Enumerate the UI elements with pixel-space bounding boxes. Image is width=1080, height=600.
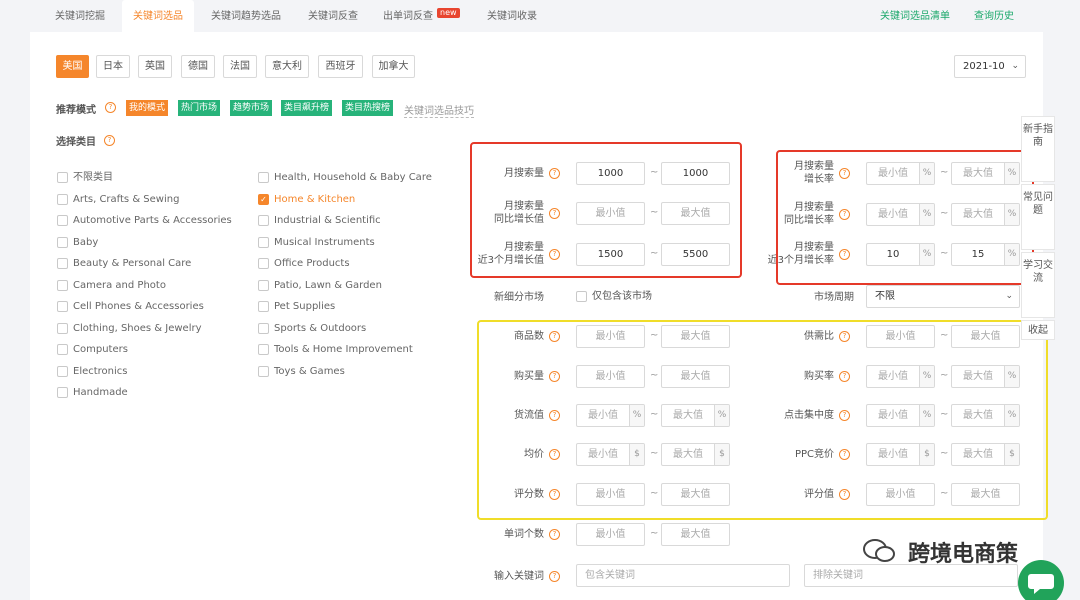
checkbox[interactable] — [258, 215, 269, 226]
checkbox[interactable] — [57, 280, 68, 291]
tag-my-mode[interactable]: 我的模式 — [126, 100, 169, 116]
range-separator: ~ — [650, 528, 659, 539]
tab-bar: 关键词挖掘 关键词选品 关键词趋势选品 关键词反查 出单词反查 new 关键词收… — [0, 0, 1080, 32]
date-select-value: 2021-10 — [963, 61, 1005, 72]
tab-keyword-mining[interactable]: 关键词挖掘 — [40, 0, 120, 32]
category-label-text: Office Products — [274, 258, 350, 269]
chevron-down-icon: ⌄ — [1005, 291, 1013, 301]
filter-label: 新细分市场 — [494, 292, 544, 303]
checkbox[interactable] — [57, 194, 68, 205]
checkbox[interactable] — [57, 258, 68, 269]
category-label-text: Baby — [73, 237, 99, 248]
filter-label: 单词个数 — [504, 529, 544, 540]
checkbox[interactable] — [576, 291, 587, 302]
date-select[interactable]: 2021-10 ⌄ — [954, 55, 1026, 78]
category-label-text: Beauty & Personal Care — [73, 258, 192, 269]
filter-label: 输入关键词 — [494, 571, 544, 582]
category-label-text: Camera and Photo — [73, 280, 166, 291]
category-label-text: Automotive Parts & Accessories — [73, 215, 232, 226]
category-label-text: Electronics — [73, 366, 128, 377]
category-label-text: Clothing, Shoes & Jewelry — [73, 323, 202, 334]
help-icon[interactable]: ? — [549, 571, 560, 582]
wechat-icon — [863, 539, 895, 562]
category-label-text: Tools & Home Improvement — [274, 344, 413, 355]
category-label-text: Computers — [73, 344, 128, 355]
tag-category-rising[interactable]: 类目飙升榜 — [281, 100, 333, 116]
checkbox[interactable] — [57, 215, 68, 226]
recommend-mode-label: 推荐模式 — [56, 105, 96, 116]
country-uk-button[interactable]: 英国 — [138, 55, 172, 78]
market-cycle-select[interactable]: 不限 ⌄ — [866, 285, 1020, 308]
category-label-text: Home & Kitchen — [274, 194, 356, 205]
tag-trend-market[interactable]: 趋势市场 — [230, 100, 273, 116]
checkbox[interactable] — [258, 366, 269, 377]
filter-label: 市场周期 — [814, 292, 854, 303]
checkbox[interactable] — [258, 258, 269, 269]
word-count-min-input[interactable]: 最小值 — [576, 523, 645, 546]
checkbox[interactable] — [258, 280, 269, 291]
country-ca-button[interactable]: 加拿大 — [372, 55, 415, 78]
side-tab-beginner-guide[interactable]: 新手指南 — [1021, 116, 1055, 182]
checkbox[interactable] — [57, 387, 68, 398]
tab-order-keyword-reverse[interactable]: 出单词反查 — [376, 0, 440, 32]
chevron-down-icon: ⌄ — [1011, 61, 1019, 71]
watermark-text: 跨境电商策 — [908, 542, 1019, 567]
checkbox[interactable] — [258, 237, 269, 248]
word-count-max-input[interactable]: 最大值 — [661, 523, 730, 546]
country-it-button[interactable]: 意大利 — [265, 55, 309, 78]
checkbox[interactable] — [57, 344, 68, 355]
checkbox[interactable] — [258, 323, 269, 334]
category-label-text: Sports & Outdoors — [274, 323, 367, 334]
category-label-text: Cell Phones & Accessories — [73, 301, 204, 312]
category-label-text: Pet Supplies — [274, 301, 336, 312]
side-tab-faq[interactable]: 常见问题 — [1021, 184, 1055, 250]
highlight-box-red-right — [776, 150, 1034, 285]
highlight-box-red-left — [470, 142, 742, 278]
tab-keyword-index[interactable]: 关键词收录 — [478, 0, 546, 32]
checked-checkbox[interactable]: ✓ — [258, 194, 269, 205]
new-segment-option-label: 仅包含该市场 — [592, 291, 652, 302]
help-icon[interactable]: ? — [104, 135, 115, 146]
highlight-box-yellow — [477, 320, 1048, 520]
tab-keyword-reverse[interactable]: 关键词反查 — [298, 0, 368, 32]
checkbox[interactable] — [57, 172, 68, 183]
checkbox[interactable] — [57, 237, 68, 248]
help-icon[interactable]: ? — [105, 102, 116, 113]
tab-keyword-trend[interactable]: 关键词趋势选品 — [200, 0, 292, 32]
country-fr-button[interactable]: 法国 — [223, 55, 257, 78]
country-es-button[interactable]: 西班牙 — [318, 55, 363, 78]
checkbox[interactable] — [258, 301, 269, 312]
checkbox[interactable] — [258, 344, 269, 355]
selection-tips-link[interactable]: 关键词选品技巧 — [404, 102, 474, 118]
country-us-button[interactable]: 美国 — [56, 55, 89, 78]
category-label-text: Industrial & Scientific — [274, 215, 381, 226]
checkbox[interactable] — [57, 323, 68, 334]
checkbox[interactable] — [57, 301, 68, 312]
category-label-text: Arts, Crafts & Sewing — [73, 194, 180, 205]
category-label-text: Health, Household & Baby Care — [274, 172, 432, 183]
country-de-button[interactable]: 德国 — [181, 55, 215, 78]
history-link[interactable]: 查询历史 — [974, 0, 1014, 32]
chat-bubble-icon — [1028, 574, 1054, 594]
new-badge: new — [437, 8, 460, 18]
country-jp-button[interactable]: 日本 — [96, 55, 130, 78]
category-label-text: Musical Instruments — [274, 237, 375, 248]
tag-category-hot-search[interactable]: 类目热搜榜 — [342, 100, 394, 116]
category-label-text: 不限类目 — [73, 172, 113, 183]
side-tab-learning[interactable]: 学习交流 — [1021, 252, 1055, 318]
tab-keyword-selection[interactable]: 关键词选品 — [122, 0, 194, 32]
include-keyword-input[interactable]: 包含关键词 — [576, 564, 790, 587]
category-label: 选择类目 — [56, 137, 96, 148]
selection-list-link[interactable]: 关键词选品清单 — [880, 0, 950, 32]
checkbox[interactable] — [258, 172, 269, 183]
category-label-text: Patio, Lawn & Garden — [274, 280, 382, 291]
chat-button[interactable] — [1018, 560, 1064, 600]
market-cycle-value: 不限 — [875, 291, 895, 302]
help-icon[interactable]: ? — [549, 529, 560, 540]
category-label-text: Handmade — [73, 387, 128, 398]
side-collapse-button[interactable]: 收起 — [1021, 320, 1055, 340]
tag-hot-market[interactable]: 热门市场 — [178, 100, 221, 116]
category-label-text: Toys & Games — [274, 366, 345, 377]
checkbox[interactable] — [57, 366, 68, 377]
